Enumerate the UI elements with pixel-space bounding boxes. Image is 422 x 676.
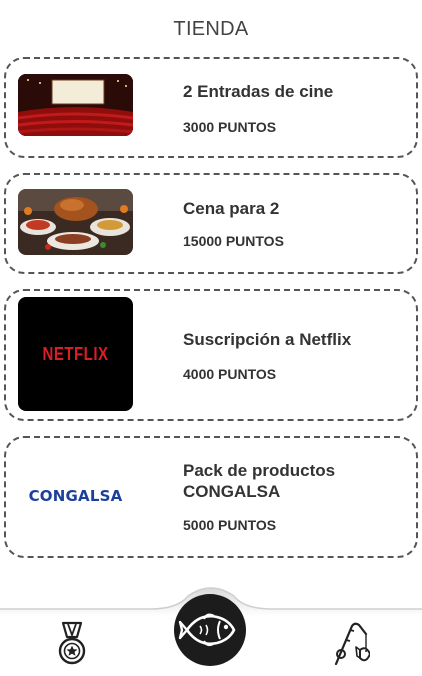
product-card-cinema[interactable]: 2 Entradas de cine 3000 PUNTOS (4, 57, 418, 158)
congalsa-logo-text: CONGALSA (28, 487, 123, 505)
product-name: 2 Entradas de cine (183, 82, 334, 101)
dinner-image (18, 189, 133, 255)
cinema-image (18, 74, 133, 136)
product-points: 3000 PUNTOS (183, 119, 277, 135)
fish-icon (178, 613, 236, 647)
product-name: Cena para 2 (183, 199, 280, 218)
product-name: Pack de productos CONGALSA (183, 461, 336, 501)
netflix-logo-text: NETFLIX (42, 343, 109, 365)
nav-medal-button[interactable] (54, 620, 90, 668)
product-card-congalsa[interactable]: CONGALSA Pack de productos CONGALSA 5000… (4, 436, 418, 558)
congalsa-logo: CONGALSA (18, 476, 133, 516)
bottom-navigation (0, 582, 422, 676)
product-card-dinner[interactable]: Cena para 2 15000 PUNTOS (4, 173, 418, 274)
product-points: 4000 PUNTOS (183, 366, 277, 382)
page-title: TIENDA (173, 18, 249, 40)
product-points: 5000 PUNTOS (183, 517, 277, 533)
fishing-rod-icon (334, 622, 371, 666)
nav-fish-button[interactable] (174, 594, 246, 666)
medal-icon (58, 621, 86, 665)
netflix-logo: NETFLIX (18, 297, 133, 411)
product-card-netflix[interactable]: NETFLIX Suscripción a Netflix 4000 PUNTO… (4, 289, 418, 421)
product-points: 15000 PUNTOS (183, 233, 284, 249)
product-name: Suscripción a Netflix (183, 330, 352, 349)
nav-fishing-button[interactable] (326, 620, 371, 668)
